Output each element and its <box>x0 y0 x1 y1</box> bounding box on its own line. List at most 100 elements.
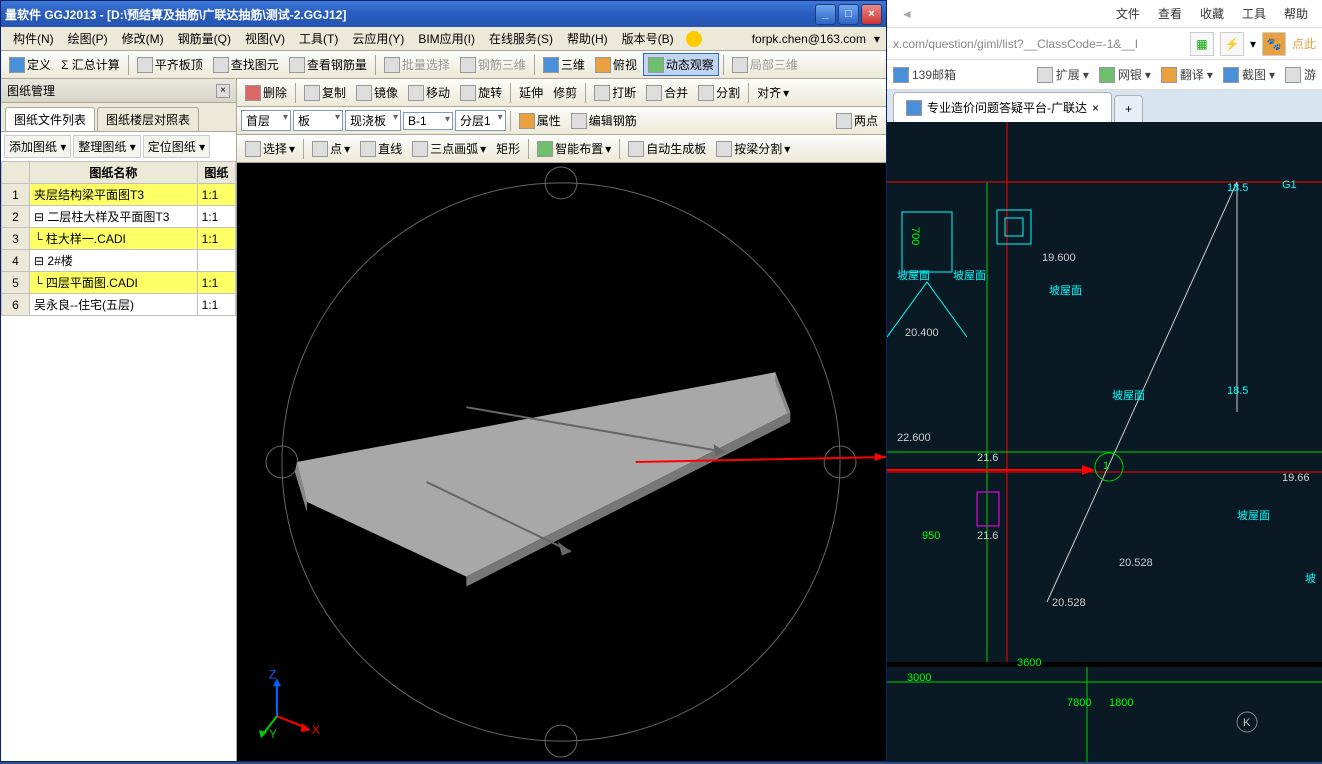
table-row[interactable]: 4⊟ 2#楼 <box>2 250 236 272</box>
maximize-button[interactable]: □ <box>838 4 859 25</box>
batch-select-button[interactable]: 批量选择 <box>380 54 454 75</box>
url-text[interactable]: x.com/question/giml/list?__ClassCode=-1&… <box>893 37 1184 51</box>
menu-item[interactable]: 帮助(H) <box>561 28 614 49</box>
new-tab-button[interactable]: + <box>1114 95 1143 122</box>
table-row[interactable]: 2⊟ 二层柱大样及平面图T31:1 <box>2 206 236 228</box>
table-row[interactable]: 1夹层结构梁平面图T31:1 <box>2 184 236 206</box>
define-button[interactable]: 定义 <box>5 54 55 75</box>
main-window: 量软件 GGJ2013 - [D:\预结算及抽筋\广联达抽筋\测试-2.GGJ1… <box>0 0 887 762</box>
trim-button[interactable]: 修剪 <box>549 82 581 103</box>
menu-item[interactable]: 版本号(B) <box>616 28 680 49</box>
menu-tools[interactable]: 工具 <box>1242 5 1266 22</box>
arrow-left-icon[interactable]: ◄ <box>901 7 913 21</box>
menu-item[interactable]: 构件(N) <box>7 28 60 49</box>
local-3d-button[interactable]: 局部三维 <box>728 54 802 75</box>
align-slab-button[interactable]: 平齐板顶 <box>133 54 207 75</box>
menu-item[interactable]: 视图(V) <box>239 28 291 49</box>
3d-canvas[interactable]: Z X Y <box>237 163 886 761</box>
smart-layout-button[interactable]: 智能布置 ▾ <box>533 138 615 159</box>
menu-help[interactable]: 帮助 <box>1284 5 1308 22</box>
orbit-button[interactable]: 动态观察 <box>643 53 719 76</box>
roof-label: 坡屋面 <box>1049 282 1082 298</box>
sum-button[interactable]: Σ 汇总计算 <box>57 54 124 75</box>
rebar-qty-button[interactable]: 查看钢筋量 <box>285 54 371 75</box>
rotate-icon <box>460 85 476 101</box>
dropdown-icon[interactable]: ▾ <box>874 32 880 46</box>
merge-button[interactable]: 合并 <box>642 82 692 103</box>
mirror-button[interactable]: 镜像 <box>352 82 402 103</box>
find-element-button[interactable]: 查找图元 <box>209 54 283 75</box>
view-3d-button[interactable]: 三维 <box>539 54 589 75</box>
dropdown-icon[interactable]: ▾ <box>1250 37 1256 51</box>
props-button[interactable]: 属性 <box>515 110 565 131</box>
rect-button[interactable]: 矩形 <box>492 138 524 159</box>
menu-item[interactable]: 云应用(Y) <box>346 28 410 49</box>
arc-button[interactable]: 三点画弧 ▾ <box>408 138 490 159</box>
floor-select[interactable]: 首层 <box>241 110 291 131</box>
table-row[interactable]: 6吴永良--住宅(五层)1:1 <box>2 294 236 316</box>
lightning-icon[interactable]: ⚡ <box>1220 32 1244 56</box>
bank-button[interactable]: 网银 ▾ <box>1099 66 1151 83</box>
add-drawing-button[interactable]: 添加图纸 ▾ <box>4 135 71 158</box>
menu-fav[interactable]: 收藏 <box>1200 5 1224 22</box>
top-view-button[interactable]: 俯视 <box>591 54 641 75</box>
rebar-3d-button[interactable]: 钢筋三维 <box>456 54 530 75</box>
user-email[interactable]: forpk.chen@163.com <box>746 30 872 48</box>
menu-item[interactable]: 工具(T) <box>293 28 344 49</box>
extend-button[interactable]: 延伸 <box>515 82 547 103</box>
browser-menu: ◄ 文件 查看 收藏 工具 帮助 <box>887 0 1322 28</box>
split-button[interactable]: 分割 <box>694 82 744 103</box>
break-button[interactable]: 打断 <box>590 82 640 103</box>
drawing-grid[interactable]: 图纸名称 图纸 1夹层结构梁平面图T31:1 2⊟ 二层柱大样及平面图T31:1… <box>1 161 236 761</box>
cast-select[interactable]: 现浇板 <box>345 110 401 131</box>
translate-button[interactable]: 翻译 ▾ <box>1161 66 1213 83</box>
menu-item[interactable]: 绘图(P) <box>62 28 114 49</box>
emoji-icon[interactable] <box>686 31 702 47</box>
table-row[interactable]: 3 └ 柱大样一.CADI1:1 <box>2 228 236 250</box>
menu-item[interactable]: 钢筋量(Q) <box>172 28 237 49</box>
code-select[interactable]: B-1 <box>403 112 453 130</box>
layer-select[interactable]: 分层1 <box>455 110 506 131</box>
tab-file-list[interactable]: 图纸文件列表 <box>5 107 95 131</box>
type-select[interactable]: 板 <box>293 110 343 131</box>
game-button[interactable]: 游 <box>1285 66 1316 83</box>
align-button[interactable]: 对齐 ▾ <box>753 82 793 103</box>
line-button[interactable]: 直线 <box>356 138 406 159</box>
delete-button[interactable]: 删除 <box>241 82 291 103</box>
viewport[interactable]: 删除 复制 镜像 移动 旋转 延伸 修剪 打断 合并 分割 对齐 ▾ 首层 板 … <box>237 79 886 761</box>
cad-viewer[interactable]: 18.5 G1 700 坡屋面 坡屋面 坡屋面 19.600 20.400 坡屋… <box>887 122 1322 762</box>
go-button[interactable]: ▦ <box>1190 32 1214 56</box>
shield-icon <box>1099 67 1115 83</box>
organize-drawing-button[interactable]: 整理图纸 ▾ <box>73 135 140 158</box>
screenshot-button[interactable]: 截图 ▾ <box>1223 66 1275 83</box>
sidebar-close-button[interactable]: × <box>216 84 230 98</box>
copy-button[interactable]: 复制 <box>300 82 350 103</box>
move-button[interactable]: 移动 <box>404 82 454 103</box>
minimize-button[interactable]: _ <box>815 4 836 25</box>
menu-item[interactable]: BIM应用(I) <box>412 28 481 49</box>
twopoint-button[interactable]: 两点 <box>832 110 882 131</box>
mail-button[interactable]: 139邮箱 <box>893 66 956 83</box>
extensions-button[interactable]: 扩展 ▾ <box>1037 66 1089 83</box>
menu-item[interactable]: 在线服务(S) <box>483 28 559 49</box>
browser-tab[interactable]: 专业造价问题答疑平台-广联达 × <box>893 92 1112 122</box>
rotate-button[interactable]: 旋转 <box>456 82 506 103</box>
click-here-link[interactable]: 点此 <box>1292 35 1316 52</box>
tab-close-icon[interactable]: × <box>1092 101 1099 115</box>
menu-view[interactable]: 查看 <box>1158 5 1182 22</box>
close-button[interactable]: × <box>861 4 882 25</box>
autogen-button[interactable]: 自动生成板 <box>624 138 710 159</box>
paw-icon[interactable]: 🐾 <box>1262 32 1286 56</box>
table-row[interactable]: 5 └ 四层平面图.CADI1:1 <box>2 272 236 294</box>
select-button[interactable]: 选择 ▾ <box>241 138 299 159</box>
menu-item[interactable]: 修改(M) <box>116 28 170 49</box>
locate-drawing-button[interactable]: 定位图纸 ▾ <box>143 135 210 158</box>
menu-file[interactable]: 文件 <box>1116 5 1140 22</box>
edit-rebar-button[interactable]: 编辑钢筋 <box>567 110 641 131</box>
point-button[interactable]: 点 ▾ <box>308 138 354 159</box>
camera-icon <box>1223 67 1239 83</box>
beam-split-button[interactable]: 按梁分割 ▾ <box>712 138 794 159</box>
grid-header: 图纸名称 图纸 <box>2 162 236 184</box>
split-icon <box>698 85 714 101</box>
tab-floor-map[interactable]: 图纸楼层对照表 <box>97 107 199 131</box>
